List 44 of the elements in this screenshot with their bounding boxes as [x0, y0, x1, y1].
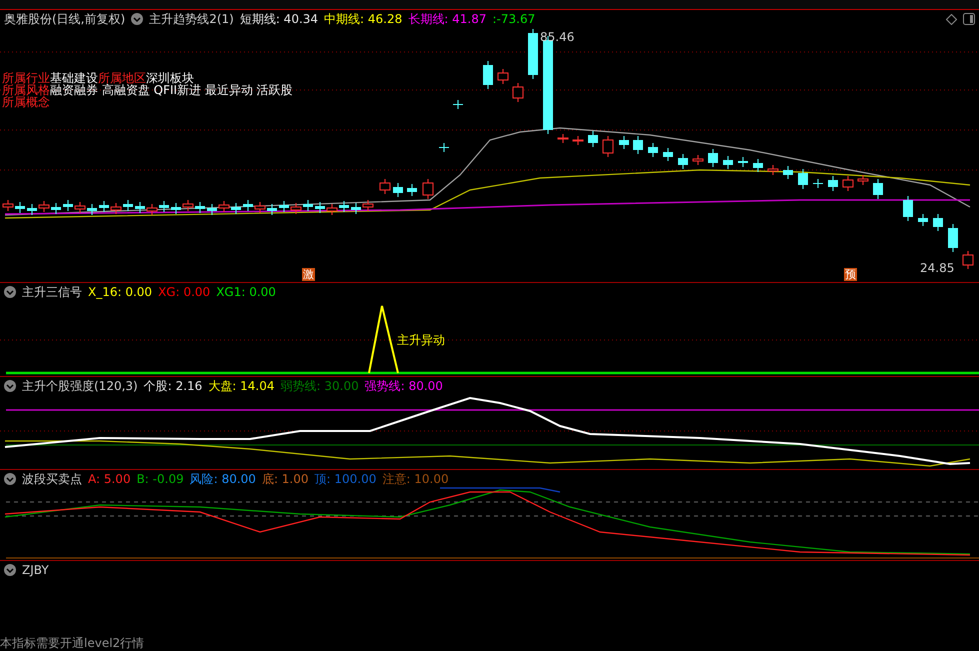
indicator-name: 主升三信号: [22, 284, 82, 300]
indicator-value: 中期线: 46.28: [324, 10, 402, 28]
collapse-chevron-icon[interactable]: [4, 380, 16, 392]
low-price-label: 24.85: [920, 261, 954, 275]
indicator-value: 顶: 100.00: [314, 470, 376, 488]
collapse-chevron-icon[interactable]: [4, 564, 16, 576]
high-price-label: 85.46: [540, 30, 574, 44]
indicator-notice: 本指标需要开通level2行情: [0, 635, 144, 651]
info-value: 融资融券 高融资盘 QFII新进 最近异动 活跃股: [50, 84, 293, 96]
indicator-value: X_16: 0.00: [88, 285, 152, 299]
signal-spike-line: [368, 305, 399, 374]
collapse-chevron-icon[interactable]: [4, 473, 16, 485]
indicator-value: :-73.67: [492, 12, 536, 26]
indicator-value: 底: 1.00: [262, 470, 309, 488]
indicator-value: 个股: 2.16: [144, 378, 202, 394]
indicator-name: ZJBY: [22, 563, 49, 577]
indicator-value: 弱势线: 30.00: [280, 378, 359, 394]
indicator-value: 短期线: 40.34: [240, 10, 318, 28]
info-value: 基础建设: [50, 72, 98, 84]
collapse-chevron-icon[interactable]: [4, 286, 16, 298]
stock-title: 奥雅股份(日线,前复权): [4, 10, 126, 28]
signal-marker: 激: [302, 268, 315, 281]
indicator-value: B: -0.09: [136, 472, 184, 486]
indicator-value: 强势线: 80.00: [364, 378, 443, 394]
info-label: 所属地区: [98, 72, 146, 84]
indicator-value: XG: 0.00: [158, 285, 210, 299]
indicator-name: 主升个股强度(120,3): [22, 378, 138, 394]
indicator-value: 风险: 80.00: [190, 470, 256, 488]
collapse-chevron-icon[interactable]: [131, 13, 144, 25]
indicator-name: 波段买卖点: [22, 470, 82, 488]
info-label: 所属风格: [2, 84, 50, 96]
signal-marker: 预: [844, 268, 857, 281]
diamond-icon[interactable]: [946, 14, 957, 24]
panel-toggle-icon[interactable]: [963, 13, 975, 25]
indicator-value: 长期线: 41.87: [408, 10, 486, 28]
indicator-name: 主升趋势线2(1): [149, 10, 234, 28]
info-label: 所属行业: [2, 72, 50, 84]
indicator-value: 注意: 10.00: [382, 470, 449, 488]
signal-annotation: 主升异动: [397, 332, 445, 349]
info-value: 深圳板块: [146, 72, 194, 84]
indicator-value: 大盘: 14.04: [208, 378, 275, 394]
indicator-value: XG1: 0.00: [216, 285, 276, 299]
indicator-value: A: 5.00: [88, 472, 131, 486]
info-label: 所属概念: [2, 96, 50, 108]
